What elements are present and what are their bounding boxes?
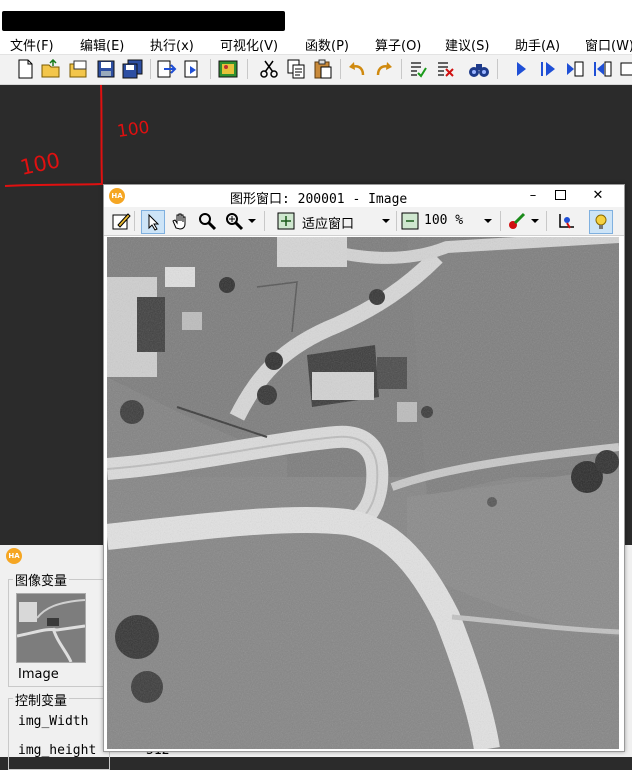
menu-bar: 文件(F) 编辑(E) 执行(x) 可视化(V) 函数(P) 算子(O) 建议(…: [0, 32, 632, 55]
variable-window-logo: HA: [6, 548, 22, 564]
maximize-button[interactable]: [548, 185, 572, 205]
menu-assistants[interactable]: 助手(A): [515, 35, 560, 54]
copy-icon[interactable]: [285, 58, 307, 80]
menu-operators[interactable]: 算子(O): [375, 35, 421, 54]
fit-window-label[interactable]: 适应窗口: [302, 213, 354, 232]
graphics-window-title: 图形窗口: 200001 - Image: [230, 192, 408, 207]
control-var-img-width[interactable]: img_Width: [18, 714, 88, 729]
coordinates-icon[interactable]: [555, 210, 577, 232]
zoom-level-dropdown-icon[interactable]: [482, 210, 494, 232]
menu-edit[interactable]: 编辑(E): [80, 35, 124, 54]
graphics-window-title-bar[interactable]: HA 图形窗口: 200001 - Image – ✕: [104, 185, 624, 207]
stop-icon[interactable]: [616, 58, 632, 80]
deactivate-icon[interactable]: [434, 58, 456, 80]
step-out-icon[interactable]: [591, 58, 613, 80]
open-file-icon[interactable]: [41, 58, 63, 80]
maximize-icon: [554, 190, 566, 200]
annotation-top-100: 100: [116, 118, 151, 142]
fit-window-icon[interactable]: [275, 210, 297, 232]
run-icon[interactable]: [510, 58, 532, 80]
image-variables-title: 图像变量: [13, 570, 70, 589]
menu-execute[interactable]: 执行(x): [150, 35, 194, 54]
pointer-tool-icon[interactable]: [141, 210, 165, 234]
graphics-window-logo: HA: [109, 188, 125, 204]
image-variable-label: Image: [18, 667, 59, 682]
image-variable-thumbnail[interactable]: [16, 593, 86, 663]
redacted-title: [2, 11, 285, 31]
step-over-icon[interactable]: [537, 58, 559, 80]
minimize-button[interactable]: –: [522, 185, 544, 205]
menu-suggestions[interactable]: 建议(S): [445, 35, 489, 54]
aerial-image-canvas[interactable]: [107, 237, 619, 749]
annotation-left-100: 100: [18, 148, 62, 180]
bulb-icon[interactable]: [589, 210, 613, 234]
export-icon[interactable]: [182, 58, 204, 80]
undo-icon[interactable]: [346, 58, 368, 80]
open-example-icon[interactable]: [68, 58, 90, 80]
binoculars-icon[interactable]: [468, 58, 490, 80]
zoom-dropdown-icon[interactable]: [246, 210, 258, 232]
minimize-icon: –: [529, 187, 537, 203]
new-file-icon[interactable]: [14, 58, 36, 80]
graphics-window: HA 图形窗口: 200001 - Image – ✕ 适应窗口 100 %: [103, 184, 625, 752]
zoom-level-label[interactable]: 100 %: [424, 213, 463, 228]
control-var-img-height[interactable]: img_height: [18, 743, 96, 758]
graphics-window-toolbar: 适应窗口 100 %: [104, 207, 624, 236]
fit-dropdown-icon[interactable]: [380, 210, 392, 232]
step-into-icon[interactable]: [564, 58, 586, 80]
zoom-level-icon[interactable]: [399, 210, 421, 232]
activate-icon[interactable]: [407, 58, 429, 80]
save-icon[interactable]: [95, 58, 117, 80]
magnify-icon[interactable]: [196, 210, 218, 232]
image-settings-icon[interactable]: [218, 58, 240, 80]
app-title-bar: [0, 0, 632, 32]
close-button[interactable]: ✕: [576, 185, 620, 205]
save-as-icon[interactable]: [122, 58, 144, 80]
menu-window[interactable]: 窗口(W): [585, 35, 632, 54]
zoom-icon[interactable]: [223, 210, 245, 232]
hand-tool-icon[interactable]: [169, 210, 191, 232]
menu-visualize[interactable]: 可视化(V): [220, 35, 278, 54]
close-icon: ✕: [592, 187, 604, 203]
paste-icon[interactable]: [312, 58, 334, 80]
main-toolbar: [0, 55, 632, 85]
menu-file[interactable]: 文件(F): [10, 35, 54, 54]
color-draw-dropdown-icon[interactable]: [529, 210, 541, 232]
control-variables-title: 控制变量: [13, 690, 70, 709]
cut-icon[interactable]: [258, 58, 280, 80]
color-draw-icon[interactable]: [506, 210, 528, 232]
edit-roi-icon[interactable]: [110, 210, 132, 232]
menu-functions[interactable]: 函数(P): [305, 35, 349, 54]
redo-icon[interactable]: [373, 58, 395, 80]
import-icon[interactable]: [155, 58, 177, 80]
